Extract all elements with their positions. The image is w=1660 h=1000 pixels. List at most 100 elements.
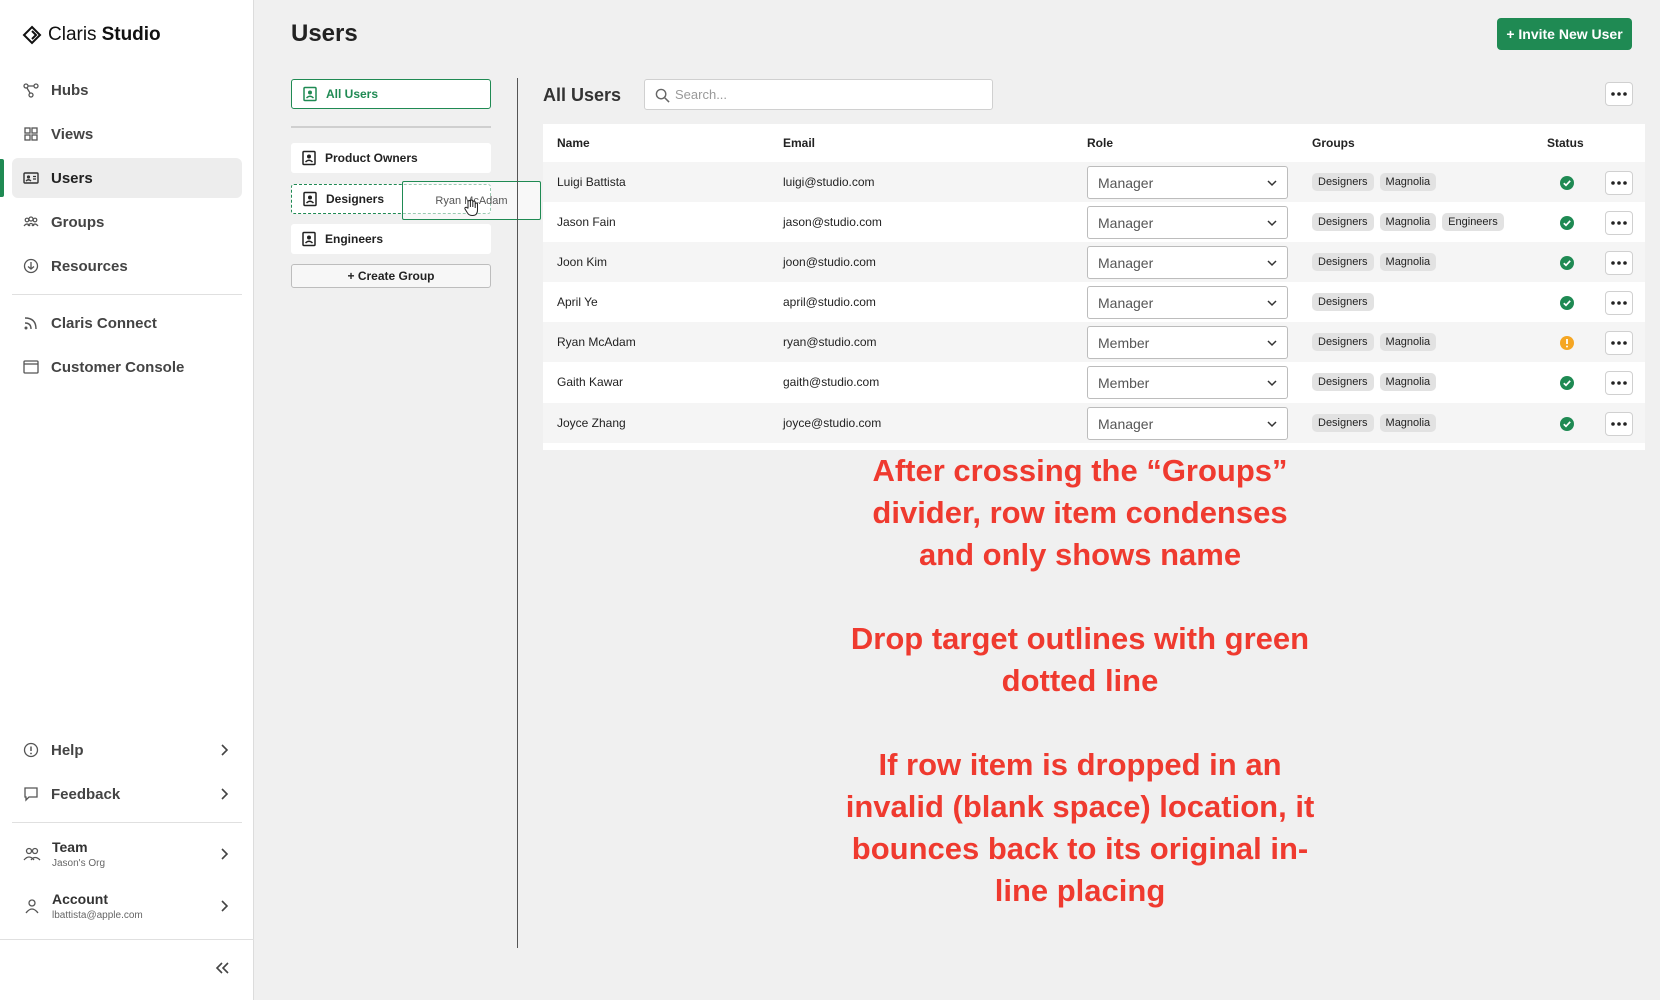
user-name: Luigi Battista	[557, 175, 626, 189]
row-more-button[interactable]	[1605, 171, 1633, 195]
account-icon	[25, 899, 39, 914]
collapse-sidebar-icon[interactable]	[212, 958, 232, 978]
sidebar-item-hubs[interactable]: Hubs	[12, 70, 242, 110]
group-engineers[interactable]: Engineers	[291, 224, 491, 254]
chevron-right-icon	[221, 788, 229, 800]
row-more-button[interactable]	[1605, 331, 1633, 355]
more-icon	[1611, 92, 1627, 96]
groups-icon	[23, 216, 39, 227]
user-email: luigi@studio.com	[783, 175, 875, 189]
table-row[interactable]: Jason Fain jason@studio.com Manager Designe…	[543, 202, 1645, 242]
product-name: Studio	[101, 24, 161, 45]
search-icon	[655, 88, 670, 103]
group-tags: Designers Magnolia	[1312, 333, 1442, 351]
group-product-owners[interactable]: Product Owners	[291, 143, 491, 173]
column-header-name[interactable]: Name	[557, 136, 590, 150]
account-label: Account	[52, 891, 108, 907]
group-tag: Magnolia	[1379, 213, 1437, 231]
user-name: Jason Fain	[557, 215, 616, 229]
chevron-down-icon	[1267, 340, 1277, 347]
page-title: Users	[291, 20, 358, 47]
chevron-right-icon	[221, 900, 229, 912]
more-icon	[1611, 422, 1627, 426]
active-indicator	[0, 159, 4, 197]
create-group-button[interactable]: + Create Group	[291, 264, 491, 288]
row-more-button[interactable]	[1605, 371, 1633, 395]
user-email: jason@studio.com	[783, 215, 882, 229]
sidebar-item-label: Resources	[51, 257, 128, 275]
table-row[interactable]: April Ye april@studio.com Manager Designers	[543, 282, 1645, 322]
team-switcher[interactable]: Team Jason's Org	[12, 830, 242, 878]
group-tag: Designers	[1312, 373, 1374, 391]
chevron-right-icon	[221, 744, 229, 756]
group-tag: Magnolia	[1379, 333, 1437, 351]
sidebar-item-resources[interactable]: Resources	[12, 246, 242, 286]
row-more-button[interactable]	[1605, 211, 1633, 235]
panel-divider	[517, 78, 518, 948]
role-select[interactable]: Manager	[1087, 407, 1288, 440]
user-card-icon	[302, 150, 316, 166]
group-label: Designers	[326, 192, 385, 206]
chevron-down-icon	[1267, 421, 1277, 428]
table-row[interactable]: Ryan McAdam ryan@studio.com Member Designer…	[543, 322, 1645, 362]
role-select[interactable]: Manager	[1087, 206, 1288, 239]
sidebar-item-feedback[interactable]: Feedback	[12, 774, 242, 814]
user-email: ryan@studio.com	[783, 335, 877, 349]
invite-new-user-button[interactable]: + Invite New User	[1497, 18, 1632, 50]
sidebar-item-views[interactable]: Views	[12, 114, 242, 154]
sidebar: Claris Studio Hubs Views Users Groups Res…	[0, 0, 254, 1000]
search-box[interactable]	[644, 79, 993, 110]
group-label: All Users	[326, 87, 379, 101]
user-name: Gaith Kawar	[557, 375, 624, 389]
group-tags: Designers Magnolia	[1312, 414, 1442, 432]
row-more-button[interactable]	[1605, 291, 1633, 315]
role-value: Member	[1098, 375, 1150, 391]
sidebar-item-groups[interactable]: Groups	[12, 202, 242, 242]
row-more-button[interactable]	[1605, 251, 1633, 275]
role-select[interactable]: Member	[1087, 326, 1288, 359]
check-status-icon	[1560, 417, 1574, 431]
group-tag: Magnolia	[1379, 173, 1437, 191]
table-row[interactable]: Joon Kim joon@studio.com Manager Designers M…	[543, 242, 1645, 282]
list-more-button[interactable]	[1605, 82, 1633, 106]
check-status-icon	[1560, 176, 1574, 190]
sidebar-item-label: Views	[51, 125, 94, 143]
column-header-role[interactable]: Role	[1087, 136, 1113, 150]
sidebar-item-label: Hubs	[51, 81, 89, 99]
sidebar-item-label: Claris Connect	[51, 314, 157, 332]
group-label: Engineers	[325, 232, 384, 246]
column-header-groups[interactable]: Groups	[1312, 136, 1355, 150]
account-menu[interactable]: Account lbattista@apple.com	[12, 882, 242, 930]
sidebar-item-users[interactable]: Users	[12, 158, 242, 198]
table-row[interactable]: Joyce Zhang joyce@studio.com Manager Design…	[543, 403, 1645, 443]
sidebar-item-help[interactable]: Help	[12, 730, 242, 770]
chevron-down-icon	[1267, 220, 1277, 227]
search-input[interactable]	[675, 80, 975, 109]
user-email: april@studio.com	[783, 295, 876, 309]
group-tags: Designers Magnolia Engineers	[1312, 213, 1510, 231]
role-select[interactable]: Manager	[1087, 286, 1288, 319]
table-row[interactable]: Gaith Kawar gaith@studio.com Member Designe…	[543, 362, 1645, 402]
team-org: Jason's Org	[52, 858, 106, 869]
table-row[interactable]: Luigi Battista luigi@studio.com Manager Des…	[543, 162, 1645, 202]
group-tags: Designers Magnolia	[1312, 373, 1442, 391]
row-more-button[interactable]	[1605, 412, 1633, 436]
claris-logo[interactable]: Claris Studio	[22, 24, 161, 46]
group-all-users[interactable]: All Users	[291, 79, 491, 109]
sidebar-item-claris-connect[interactable]: Claris Connect	[12, 303, 242, 343]
user-name: Joon Kim	[557, 255, 608, 269]
column-header-status[interactable]: Status	[1547, 136, 1584, 150]
role-select[interactable]: Manager	[1087, 246, 1288, 279]
more-icon	[1611, 381, 1627, 385]
user-name: April Ye	[557, 295, 598, 309]
annotation-text: If row item is dropped in an invalid (bl…	[845, 747, 1315, 908]
role-select[interactable]: Manager	[1087, 166, 1288, 199]
more-icon	[1611, 181, 1627, 185]
group-tags: Designers Magnolia	[1312, 173, 1442, 191]
group-tag: Designers	[1312, 414, 1374, 432]
group-tag: Magnolia	[1379, 373, 1437, 391]
role-select[interactable]: Member	[1087, 366, 1288, 399]
column-header-email[interactable]: Email	[783, 136, 815, 150]
sidebar-item-customer-console[interactable]: Customer Console	[12, 347, 242, 387]
sidebar-item-label: Groups	[51, 213, 105, 231]
